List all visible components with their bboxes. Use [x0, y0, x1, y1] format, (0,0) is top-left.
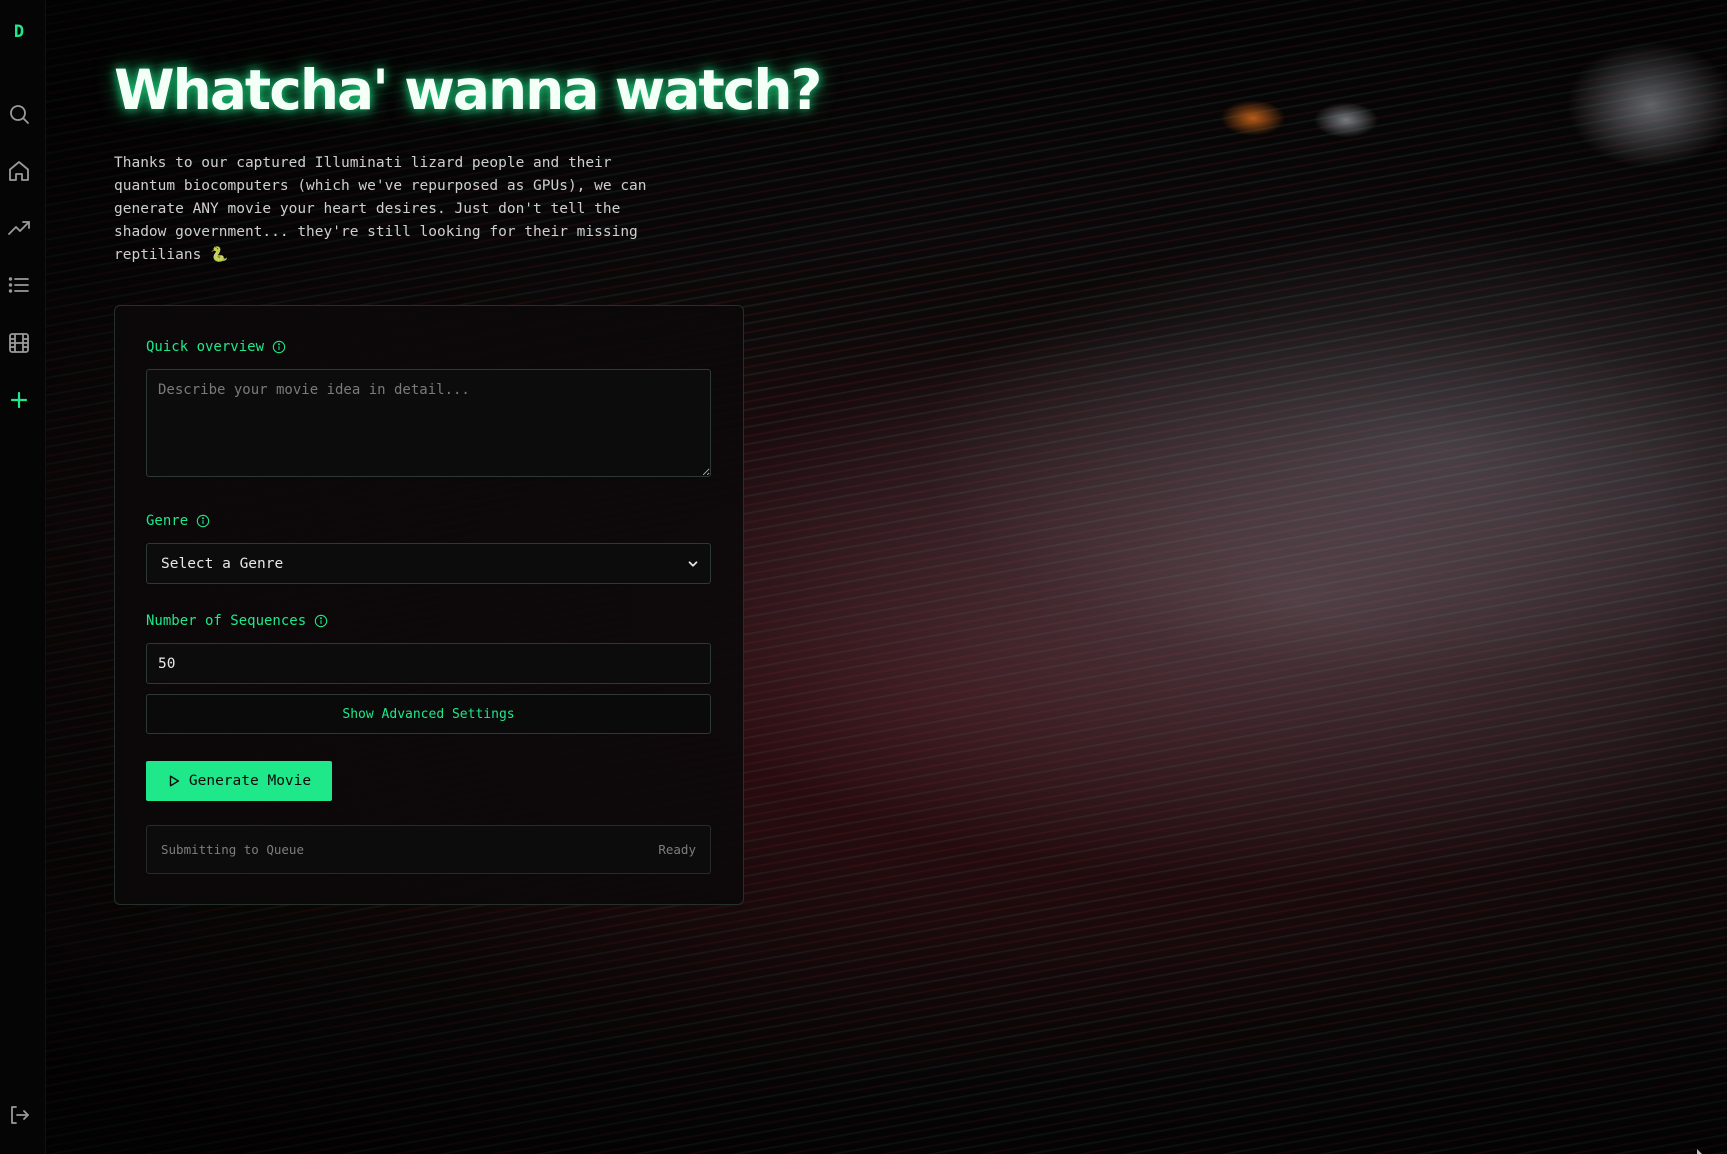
- genre-select[interactable]: Select a Genre: [146, 543, 711, 584]
- info-icon[interactable]: [272, 340, 286, 354]
- overview-label-row: Quick overview: [146, 339, 286, 355]
- overview-textarea[interactable]: [146, 369, 711, 477]
- sequences-input[interactable]: 50: [146, 643, 711, 684]
- film-icon[interactable]: [7, 331, 31, 355]
- app-logo[interactable]: D: [0, 22, 38, 42]
- genre-label: Genre: [146, 513, 189, 529]
- overview-label: Quick overview: [146, 339, 265, 355]
- queue-status-text: Submitting to Queue: [161, 842, 304, 857]
- logout-icon[interactable]: [7, 1103, 31, 1127]
- sequences-label-row: Number of Sequences: [146, 613, 328, 629]
- trending-icon[interactable]: [7, 216, 31, 240]
- sequences-value: 50: [158, 655, 176, 672]
- genre-selected-value: Select a Genre: [161, 555, 284, 572]
- search-icon[interactable]: [7, 102, 31, 126]
- movie-form-card: Quick overview Genre Select a Genre Numb…: [114, 305, 744, 905]
- info-icon[interactable]: [314, 614, 328, 628]
- plus-icon[interactable]: [7, 388, 31, 412]
- chevron-down-icon: [686, 557, 700, 571]
- intro-text: Thanks to our captured Illuminati lizard…: [114, 155, 647, 263]
- resize-handle-icon: [1697, 1140, 1703, 1154]
- list-icon[interactable]: [7, 273, 31, 297]
- info-icon[interactable]: [196, 514, 210, 528]
- show-advanced-settings-button[interactable]: Show Advanced Settings: [146, 694, 711, 734]
- sidebar: D: [0, 0, 46, 1154]
- queue-status-bar: Submitting to Queue Ready: [146, 825, 711, 874]
- queue-status-state: Ready: [658, 842, 696, 857]
- play-icon: [167, 774, 181, 788]
- sequences-label: Number of Sequences: [146, 613, 307, 629]
- genre-label-row: Genre: [146, 513, 210, 529]
- page-title: Whatcha' wanna watch?: [114, 58, 822, 122]
- home-icon[interactable]: [7, 159, 31, 183]
- generate-movie-label: Generate Movie: [188, 773, 312, 789]
- generate-movie-button[interactable]: Generate Movie: [146, 761, 332, 801]
